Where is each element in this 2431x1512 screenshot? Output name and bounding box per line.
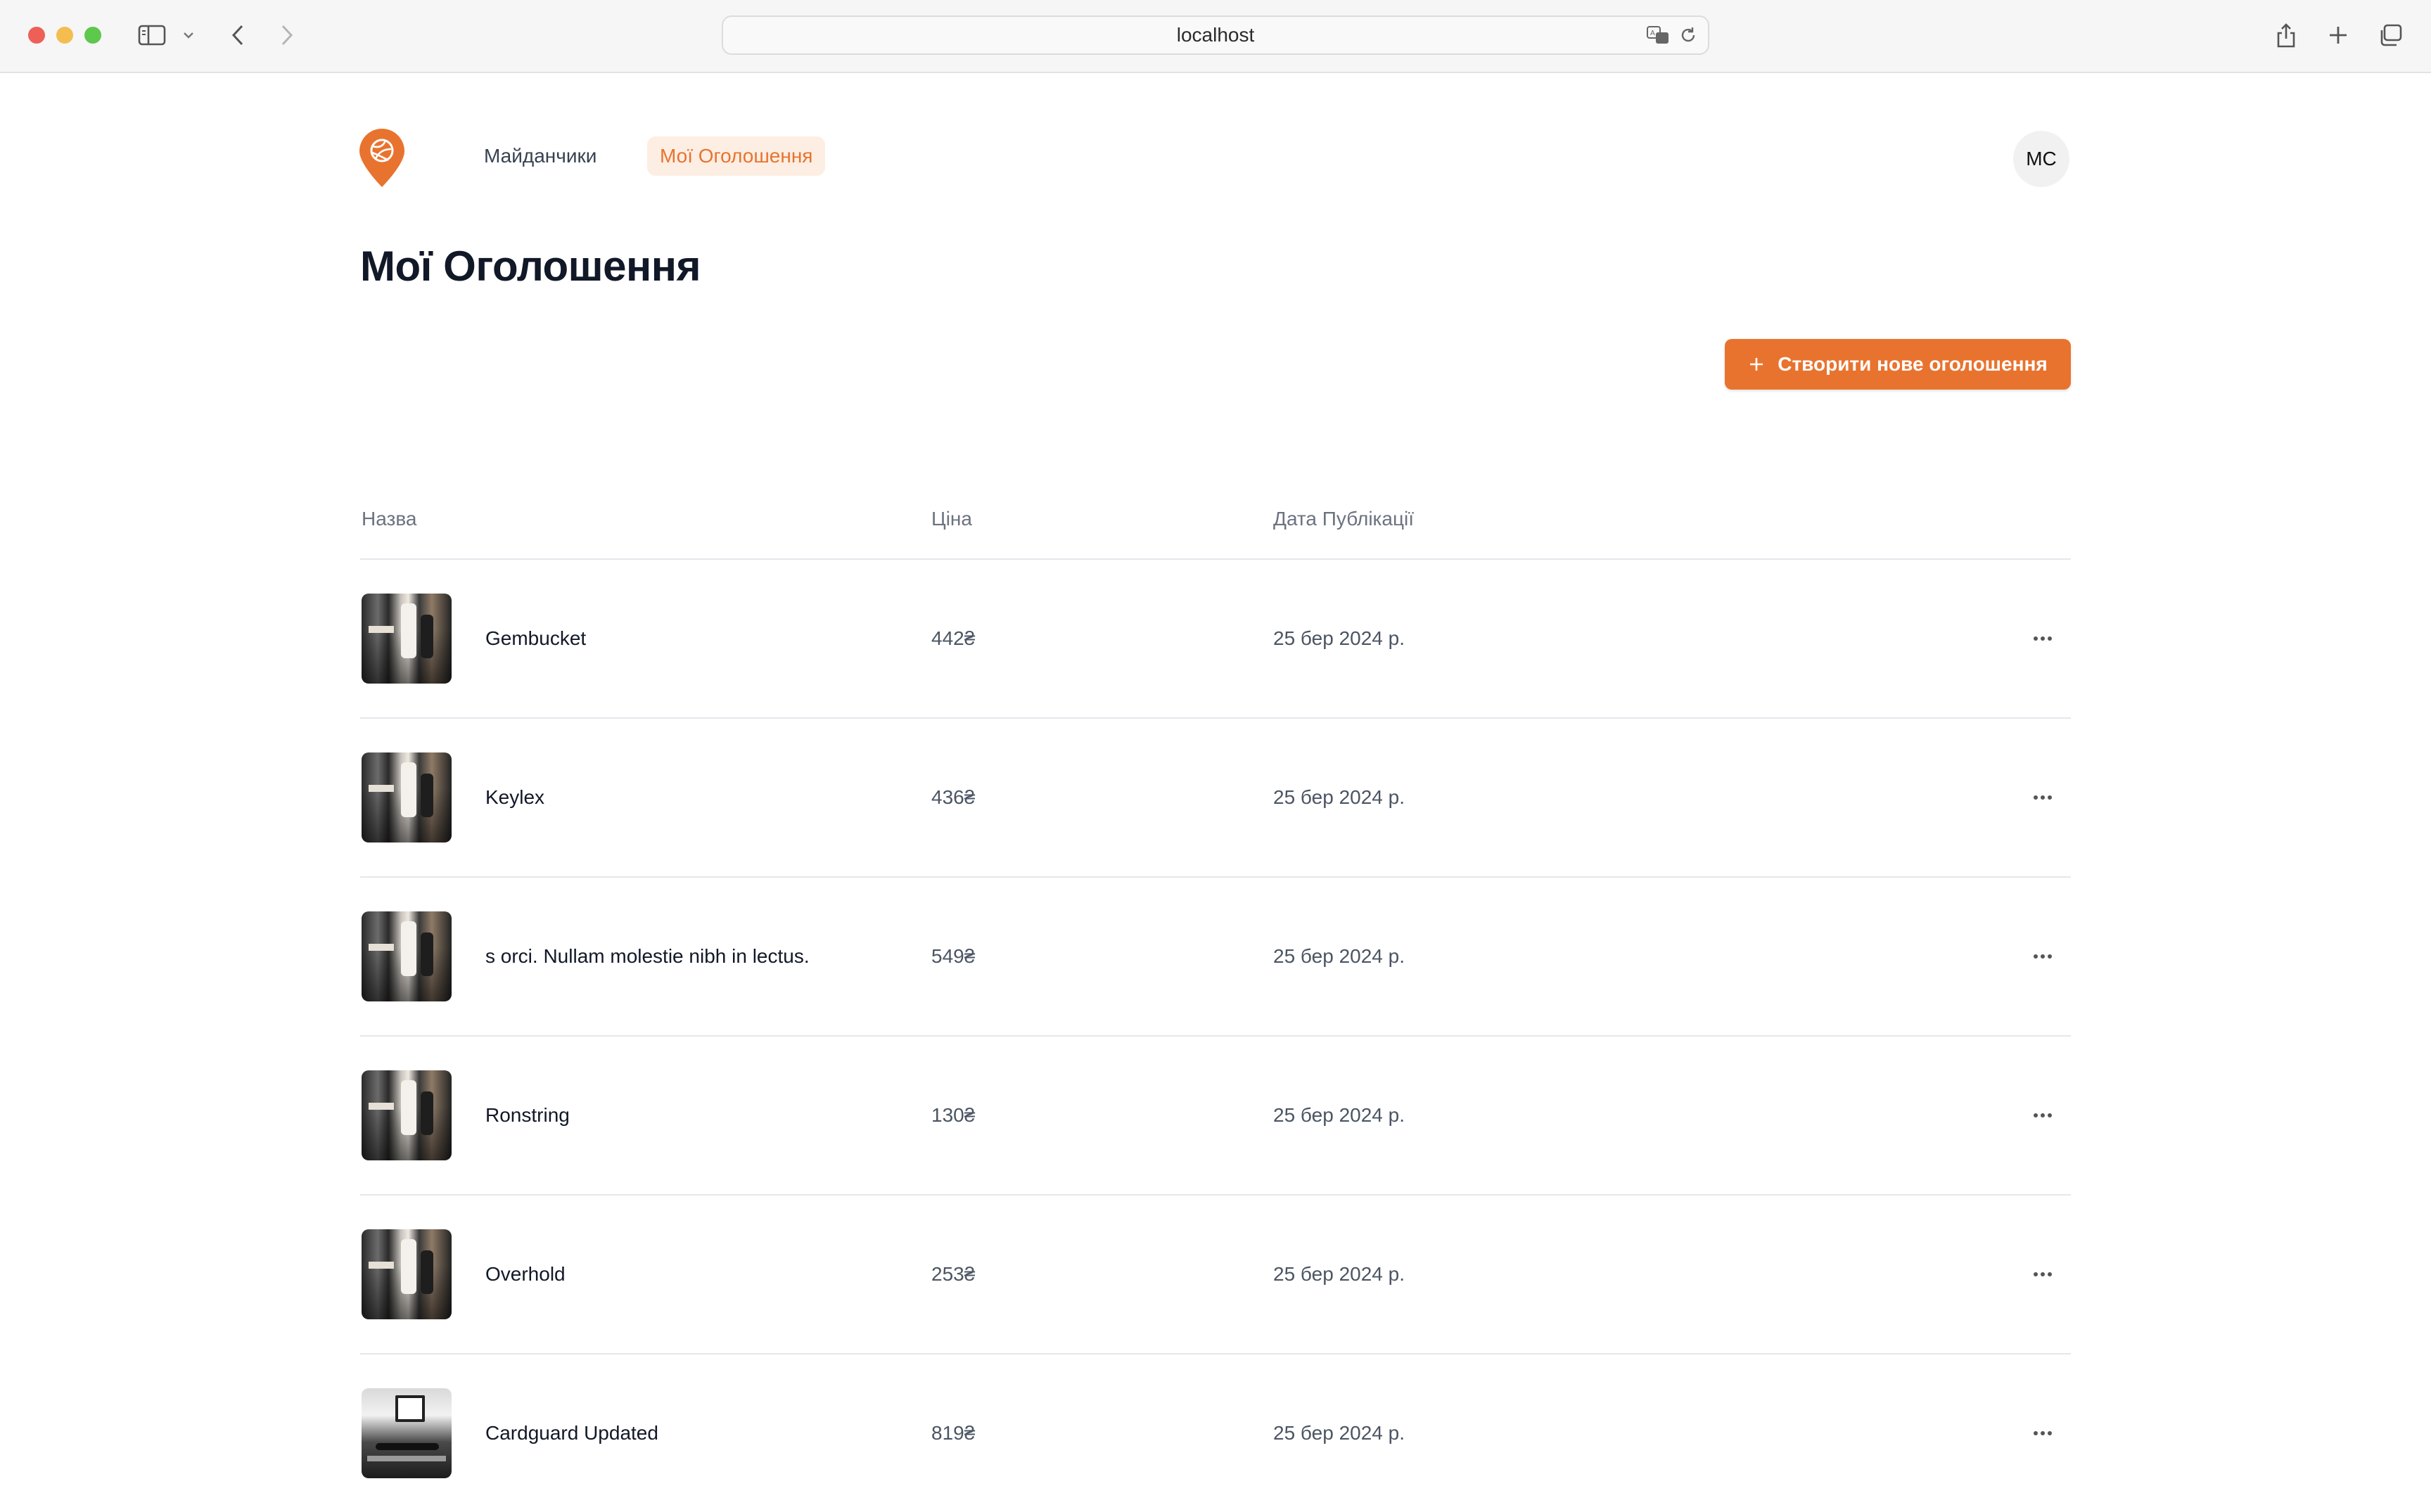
listing-price: 819₴	[931, 1422, 976, 1444]
listing-name[interactable]: Cardguard Updated	[485, 1354, 658, 1512]
listings-table: Назва Ціна Дата Публікації Gembucket 442…	[360, 494, 2071, 1512]
share-icon[interactable]	[2271, 18, 2302, 52]
more-options-icon[interactable]	[2029, 1260, 2057, 1288]
sidebar-toggle-icon[interactable]	[135, 18, 169, 52]
listing-name[interactable]: Ronstring	[485, 1037, 570, 1194]
table-row[interactable]: Cardguard Updated 819₴ 25 бер 2024 р.	[360, 1354, 2071, 1512]
create-listing-label: Створити нове оголошення	[1778, 353, 2048, 375]
table-row[interactable]: s orci. Nullam molestie nibh in lectus. …	[360, 878, 2071, 1037]
listing-thumbnail	[362, 911, 452, 1001]
listing-thumbnail	[362, 594, 452, 684]
more-options-icon[interactable]	[2029, 1101, 2057, 1129]
listing-thumbnail	[362, 1388, 452, 1478]
address-bar[interactable]: localhost A	[722, 15, 1709, 55]
close-window-button[interactable]	[28, 27, 45, 44]
listing-date: 25 бер 2024 р.	[1273, 945, 1405, 967]
more-options-icon[interactable]	[2029, 1419, 2057, 1447]
listing-name[interactable]: s orci. Nullam molestie nibh in lectus.	[485, 878, 810, 1035]
listing-date: 25 бер 2024 р.	[1273, 627, 1405, 649]
listing-price: 549₴	[931, 945, 976, 967]
listing-thumbnail	[362, 1070, 452, 1160]
listing-name[interactable]: Gembucket	[485, 560, 586, 717]
column-header-price: Ціна	[931, 508, 972, 530]
table-row[interactable]: Overhold 253₴ 25 бер 2024 р.	[360, 1196, 2071, 1354]
translate-icon[interactable]: A	[1646, 24, 1671, 46]
more-options-icon[interactable]	[2029, 942, 2057, 970]
listing-date: 25 бер 2024 р.	[1273, 1104, 1405, 1126]
zoom-window-button[interactable]	[84, 27, 101, 44]
table-row[interactable]: Ronstring 130₴ 25 бер 2024 р.	[360, 1037, 2071, 1196]
listing-date: 25 бер 2024 р.	[1273, 786, 1405, 808]
more-options-icon[interactable]	[2029, 624, 2057, 653]
new-tab-icon[interactable]	[2323, 18, 2354, 52]
listing-date: 25 бер 2024 р.	[1273, 1263, 1405, 1285]
avatar[interactable]: MC	[2013, 131, 2069, 187]
listing-thumbnail	[362, 1229, 452, 1319]
table-header: Назва Ціна Дата Публікації	[360, 494, 2071, 560]
browser-toolbar: localhost A	[0, 0, 2431, 73]
nav-item-playgrounds[interactable]: Майданчики	[471, 136, 609, 176]
tab-overview-icon[interactable]	[2375, 18, 2406, 52]
more-options-icon[interactable]	[2029, 783, 2057, 812]
listing-price: 436₴	[931, 786, 976, 808]
listing-name[interactable]: Keylex	[485, 719, 544, 876]
listing-date: 25 бер 2024 р.	[1273, 1422, 1405, 1444]
listing-price: 442₴	[931, 627, 976, 649]
table-row[interactable]: Keylex 436₴ 25 бер 2024 р.	[360, 719, 2071, 878]
listing-name[interactable]: Overhold	[485, 1196, 566, 1353]
forward-icon[interactable]	[273, 18, 301, 52]
chevron-down-icon[interactable]	[179, 18, 198, 52]
plus-icon	[1748, 356, 1765, 373]
app-logo-icon[interactable]	[357, 128, 407, 188]
reload-icon[interactable]	[1676, 24, 1701, 46]
back-icon[interactable]	[224, 18, 252, 52]
url-text: localhost	[1176, 24, 1255, 46]
create-listing-button[interactable]: Створити нове оголошення	[1725, 339, 2071, 390]
page-title: Мої Оголошення	[360, 243, 701, 290]
page-content: Майданчики Мої Оголошення MC Мої Оголоше…	[0, 73, 2431, 1478]
nav-item-my-listings[interactable]: Мої Оголошення	[647, 136, 826, 176]
listing-price: 253₴	[931, 1263, 976, 1285]
table-row[interactable]: Gembucket 442₴ 25 бер 2024 р.	[360, 560, 2071, 719]
column-header-date: Дата Публікації	[1273, 508, 1415, 530]
svg-text:A: A	[1650, 30, 1655, 37]
column-header-name: Назва	[362, 508, 417, 530]
minimize-window-button[interactable]	[56, 27, 73, 44]
avatar-initials: MC	[2026, 148, 2057, 169]
listing-thumbnail	[362, 752, 452, 843]
listing-price: 130₴	[931, 1104, 976, 1126]
